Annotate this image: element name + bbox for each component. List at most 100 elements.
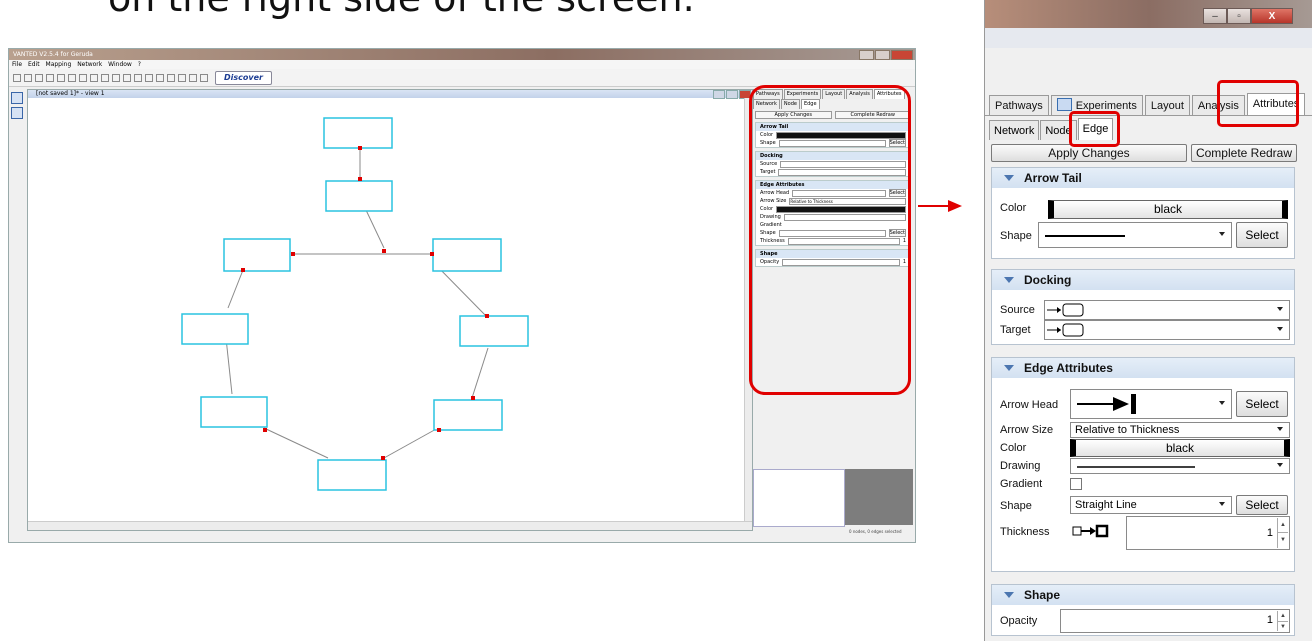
edit-tool-icon[interactable] [11,107,23,119]
stack-icon[interactable] [200,73,208,82]
left-tool-palette [10,89,24,129]
tree-icon[interactable] [178,73,186,82]
edge-marker[interactable] [381,456,385,460]
complete-redraw-button[interactable]: Complete Redraw [1191,144,1297,162]
view-horizontal-scrollbar[interactable] [28,521,752,530]
edge-marker[interactable] [263,428,267,432]
graph-overview[interactable] [753,469,913,527]
graph-node[interactable] [200,396,268,428]
spin-down-icon[interactable]: ▼ [1278,622,1288,632]
zoom-reset-icon[interactable] [145,73,153,82]
edge-marker[interactable] [382,249,386,253]
thickness-spinner[interactable]: ▲ ▼ [1277,518,1288,548]
dock-preview-icon [1047,303,1084,317]
edge-marker[interactable] [241,268,245,272]
graph-edge[interactable] [471,347,489,399]
zoom-maximize-button[interactable]: ▫ [1227,8,1251,24]
edge-marker[interactable] [485,314,489,318]
discover-button[interactable]: Discover [215,70,272,85]
opacity-input[interactable]: 1 ▲ ▼ [1060,609,1290,633]
arrow-tail-select-button[interactable]: Select [1236,222,1288,248]
action-buttons: Apply Changes Complete Redraw [991,144,1297,162]
graph-node[interactable] [325,180,393,212]
new-icon[interactable] [13,73,21,82]
zoom-close-button[interactable]: X [1251,8,1293,24]
zoom-minimize-button[interactable]: – [1203,8,1227,24]
edge-marker[interactable] [291,252,295,256]
graph-node[interactable] [459,315,529,347]
menu-window[interactable]: Window [108,61,132,68]
graph-edge[interactable] [263,427,329,459]
gradient-checkbox[interactable] [1070,478,1082,490]
graph-edge[interactable] [365,209,385,249]
spin-up-icon[interactable]: ▲ [1278,611,1288,622]
graph-node[interactable] [433,399,503,431]
grid-icon[interactable] [189,73,197,82]
arrow-tail-color-label: Color [1000,202,1027,214]
arrow-head-select-button[interactable]: Select [1236,391,1288,417]
zoom-out-icon[interactable] [123,73,131,82]
graph-edge[interactable] [227,269,244,309]
opacity-spinner[interactable]: ▲ ▼ [1277,611,1288,631]
layout-icon[interactable] [167,73,175,82]
edge-marker[interactable] [471,396,475,400]
arrow-size-combo[interactable]: Relative to Thickness [1070,422,1290,438]
redo-icon[interactable] [101,73,109,82]
overview-viewport[interactable] [753,469,845,527]
select-tool-icon[interactable] [11,92,23,104]
copy-icon[interactable] [68,73,76,82]
spin-up-icon[interactable]: ▲ [1278,518,1288,533]
save-icon[interactable] [35,73,43,82]
docking-target-combo[interactable] [1044,320,1290,340]
tab-layout[interactable]: Layout [1144,95,1190,115]
graph-view[interactable]: [not saved 1]* - view 1 [27,89,753,531]
edge-shape-select-button[interactable]: Select [1236,495,1288,515]
graph-node[interactable] [223,238,291,272]
section-header[interactable]: Edge Attributes [992,358,1294,378]
menu-help[interactable]: ? [138,61,141,68]
open-icon[interactable] [24,73,32,82]
arrow-tail-shape-combo[interactable] [1038,222,1232,248]
edge-marker[interactable] [437,428,441,432]
graph-edge[interactable] [225,337,233,395]
close-button[interactable] [891,50,913,60]
section-shape: Shape Opacity 1 ▲ ▼ [991,584,1295,636]
save-as-icon[interactable] [46,73,54,82]
edge-marker[interactable] [430,252,434,256]
menu-mapping[interactable]: Mapping [46,61,72,68]
graph-edge[interactable] [383,427,439,459]
graph-node[interactable] [432,238,502,272]
menu-edit[interactable]: Edit [28,61,40,68]
paste-icon[interactable] [79,73,87,82]
tab-label: Layout [1150,100,1184,112]
cut-icon[interactable] [57,73,65,82]
minimize-button[interactable] [859,50,874,60]
section-header[interactable]: Arrow Tail [992,168,1294,188]
maximize-button[interactable] [875,50,890,60]
edge-color-button[interactable]: black [1070,439,1290,457]
graph-node[interactable] [317,459,387,491]
edge-marker[interactable] [358,177,362,181]
drawing-combo[interactable] [1070,458,1290,474]
section-header[interactable]: Shape [992,585,1294,605]
edge-marker[interactable] [358,146,362,150]
menu-network[interactable]: Network [77,61,102,68]
arrow-tail-color-button[interactable]: black [1048,200,1288,219]
subtab-network[interactable]: Network [989,120,1040,140]
network-graph[interactable] [28,98,744,522]
undo-icon[interactable] [90,73,98,82]
menu-file[interactable]: File [12,61,22,68]
zoom-in-icon[interactable] [112,73,120,82]
thickness-input[interactable]: 1 ▲ ▼ [1126,516,1290,550]
docking-source-combo[interactable] [1044,300,1290,320]
arrow-head-combo[interactable] [1070,389,1232,419]
section-title: Edge Attributes [1024,361,1113,375]
spin-down-icon[interactable]: ▼ [1278,533,1288,547]
align-icon[interactable] [156,73,164,82]
graph-node[interactable] [323,117,393,149]
tab-pathways[interactable]: Pathways [989,95,1049,115]
graph-node[interactable] [181,313,249,345]
section-header[interactable]: Docking [992,270,1294,290]
edge-shape-combo[interactable]: Straight Line [1070,496,1232,514]
zoom-fit-icon[interactable] [134,73,142,82]
